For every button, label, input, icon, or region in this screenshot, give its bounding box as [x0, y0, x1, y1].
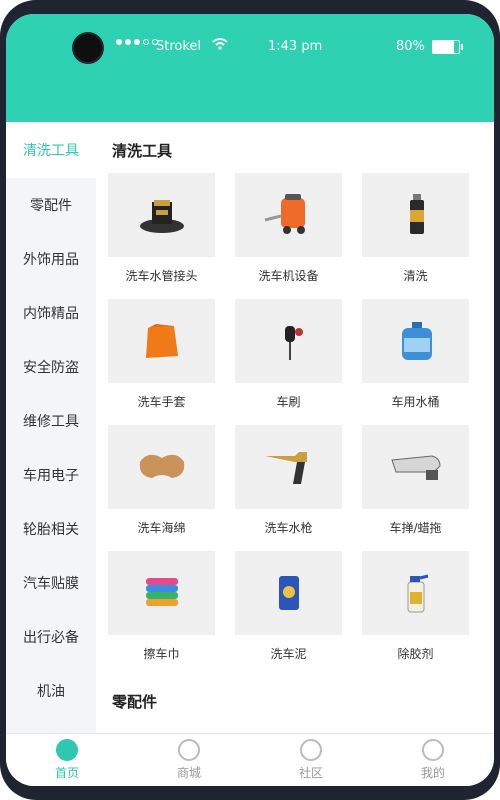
- product-label: 洗车机设备: [258, 269, 319, 283]
- product-item[interactable]: 洗车手套: [108, 299, 215, 425]
- product-item[interactable]: 洗车泥: [235, 551, 342, 677]
- sidebar-item-repair-tools[interactable]: 维修工具: [6, 394, 96, 448]
- sidebar-item-interior[interactable]: 内饰精品: [6, 286, 96, 340]
- sidebar-item-oil[interactable]: 机油: [6, 664, 96, 718]
- product-panel: 清洗工具 洗车水管接头 洗车机设备 清洗 洗车手套 车刷 车用水桶 洗车海绵 洗…: [96, 122, 494, 734]
- compass-icon: [300, 739, 322, 761]
- bottom-tab-bar: 首页 商城 社区 我的: [6, 733, 494, 786]
- water-bucket-icon: [362, 299, 469, 383]
- tab-home[interactable]: 首页: [6, 734, 128, 786]
- profile-icon: [422, 739, 444, 761]
- product-label: 车掸/蜡拖: [389, 521, 442, 535]
- product-item[interactable]: 车掸/蜡拖: [362, 425, 469, 551]
- carrier-name: Strokel: [156, 38, 202, 54]
- sidebar-item-electronics[interactable]: 车用电子: [6, 448, 96, 502]
- tab-label: 商城: [176, 766, 201, 780]
- sidebar-item-exterior[interactable]: 外饰用品: [6, 232, 96, 286]
- product-item[interactable]: 车用水桶: [362, 299, 469, 425]
- product-label: 擦车巾: [143, 647, 180, 661]
- tab-profile[interactable]: 我的: [372, 734, 494, 786]
- duster-icon: [362, 425, 469, 509]
- tab-label: 我的: [420, 766, 445, 780]
- screen: Strokel 1:43 pm 80% 清洗工具 零配件 外饰用品 内饰精品 安…: [6, 14, 494, 786]
- section-title: 清洗工具: [112, 142, 173, 160]
- mall-icon: [178, 739, 200, 761]
- product-label: 洗车手套: [137, 395, 186, 409]
- towel-icon: [108, 551, 215, 635]
- section-title: 零配件: [112, 693, 158, 711]
- product-label: 清洗: [403, 269, 428, 283]
- product-grid: 洗车水管接头 洗车机设备 清洗 洗车手套 车刷 车用水桶 洗车海绵 洗车水枪 车…: [108, 173, 494, 677]
- signal-icon: [116, 39, 158, 45]
- tab-community[interactable]: 社区: [250, 734, 372, 786]
- water-gun-icon: [235, 425, 342, 509]
- category-sidebar: 清洗工具 零配件 外饰用品 内饰精品 安全防盗 维修工具 车用电子 轮胎相关 汽…: [6, 122, 96, 734]
- tab-label: 首页: [54, 766, 79, 780]
- wifi-icon: [212, 38, 228, 50]
- sidebar-item-security[interactable]: 安全防盗: [6, 340, 96, 394]
- sponge-icon: [108, 425, 215, 509]
- sidebar-item-cleaning-tools[interactable]: 清洗工具: [6, 122, 96, 178]
- product-item[interactable]: 清洗: [362, 173, 469, 299]
- phone-frame: Strokel 1:43 pm 80% 清洗工具 零配件 外饰用品 内饰精品 安…: [0, 0, 500, 800]
- product-label: 洗车泥: [270, 647, 307, 661]
- sidebar-item-parts[interactable]: 零配件: [6, 178, 96, 232]
- product-label: 洗车水枪: [264, 521, 313, 535]
- product-item[interactable]: 洗车海绵: [108, 425, 215, 551]
- product-label: 洗车水管接头: [125, 269, 198, 283]
- sidebar-item-tires[interactable]: 轮胎相关: [6, 502, 96, 556]
- product-label: 车用水桶: [391, 395, 440, 409]
- sidebar-item-travel[interactable]: 出行必备: [6, 610, 96, 664]
- product-item[interactable]: 洗车机设备: [235, 173, 342, 299]
- tab-label: 社区: [298, 766, 323, 780]
- home-icon: [56, 739, 78, 761]
- product-label: 除胶剂: [397, 647, 434, 661]
- clay-icon: [235, 551, 342, 635]
- spray-can-icon: [362, 173, 469, 257]
- product-label: 车刷: [276, 395, 301, 409]
- glove-icon: [108, 299, 215, 383]
- content-area: 清洗工具 零配件 外饰用品 内饰精品 安全防盗 维修工具 车用电子 轮胎相关 汽…: [6, 122, 494, 734]
- product-item[interactable]: 车刷: [235, 299, 342, 425]
- product-label: 洗车海绵: [137, 521, 186, 535]
- battery-percent: 80%: [396, 38, 425, 54]
- remover-bottle-icon: [362, 551, 469, 635]
- sidebar-item-film[interactable]: 汽车贴膜: [6, 556, 96, 610]
- tab-mall[interactable]: 商城: [128, 734, 250, 786]
- status-bar: Strokel 1:43 pm 80%: [6, 14, 494, 122]
- product-item[interactable]: 擦车巾: [108, 551, 215, 677]
- product-item[interactable]: 洗车水枪: [235, 425, 342, 551]
- clock: 1:43 pm: [268, 38, 323, 54]
- battery-icon: [432, 40, 463, 54]
- washer-machine-icon: [235, 173, 342, 257]
- status-row: Strokel 1:43 pm 80%: [6, 32, 494, 60]
- hose-connector-icon: [108, 173, 215, 257]
- product-item[interactable]: 除胶剂: [362, 551, 469, 677]
- product-item[interactable]: 洗车水管接头: [108, 173, 215, 299]
- brush-icon: [235, 299, 342, 383]
